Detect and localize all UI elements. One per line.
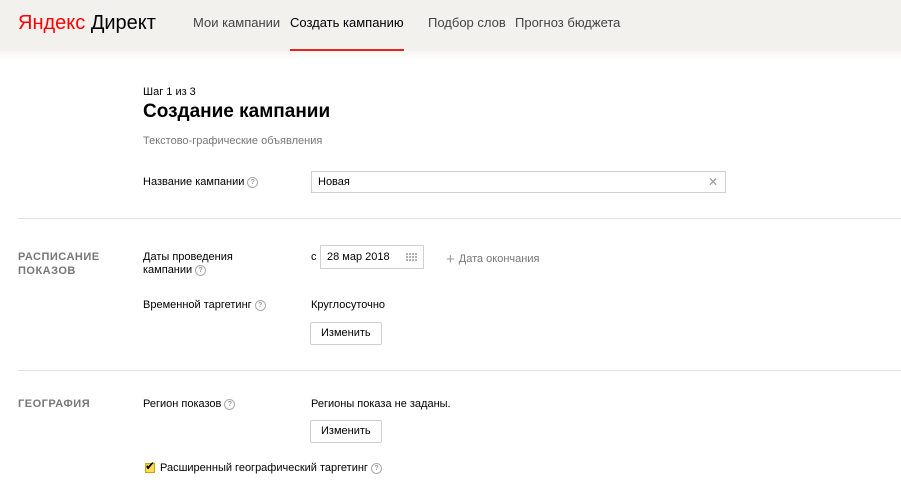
checkmark-icon: ✔ bbox=[145, 459, 156, 473]
date-from-prefix: с bbox=[311, 251, 317, 263]
change-time-targeting-button[interactable]: Изменить bbox=[310, 322, 382, 345]
region-label-text: Регион показов bbox=[143, 398, 222, 410]
campaign-name-value: Новая bbox=[318, 176, 350, 188]
region-value: Регионы показа не заданы. bbox=[311, 398, 451, 410]
nav-create-campaign[interactable]: Создать кампанию bbox=[290, 0, 404, 51]
schedule-section-title: РАСПИСАНИЕ ПОКАЗОВ bbox=[18, 251, 100, 277]
yandex-direct-logo[interactable]: Яндекс Директ bbox=[18, 9, 156, 37]
help-icon[interactable]: ? bbox=[195, 265, 207, 276]
geography-section-title: ГЕОГРАФИЯ bbox=[18, 398, 91, 410]
section-divider bbox=[18, 370, 901, 371]
plus-icon: + bbox=[446, 251, 455, 268]
nav-word-selection[interactable]: Подбор слов bbox=[428, 0, 506, 51]
campaign-dates-label: Даты проведения кампании? bbox=[143, 251, 258, 277]
help-icon[interactable]: ? bbox=[224, 399, 236, 410]
time-targeting-label-text: Временной таргетинг bbox=[143, 299, 252, 311]
campaign-name-input[interactable]: Новая ✕ bbox=[311, 171, 726, 193]
calendar-icon[interactable] bbox=[406, 253, 417, 262]
section-divider bbox=[18, 218, 901, 219]
campaign-type-subtitle: Текстово-графические объявления bbox=[143, 135, 323, 147]
help-icon[interactable]: ? bbox=[254, 300, 266, 311]
time-targeting-value: Круглосуточно bbox=[311, 299, 386, 311]
logo-brand: Яндекс bbox=[18, 12, 86, 34]
help-icon[interactable]: ? bbox=[247, 177, 259, 188]
help-icon[interactable]: ? bbox=[370, 463, 382, 474]
add-end-date-link[interactable]: + Дата окончания bbox=[446, 251, 539, 268]
start-date-input[interactable]: 28 мар 2018 bbox=[320, 245, 424, 269]
header-shadow bbox=[0, 51, 901, 61]
clear-icon[interactable]: ✕ bbox=[708, 175, 718, 189]
campaign-name-label: Название кампании? bbox=[143, 176, 259, 189]
region-label: Регион показов? bbox=[143, 398, 236, 411]
step-indicator: Шаг 1 из 3 bbox=[143, 86, 196, 98]
extended-geo-label[interactable]: Расширенный географический таргетинг? bbox=[160, 462, 382, 474]
campaign-dates-label-text: Даты проведения кампании bbox=[143, 251, 233, 276]
start-date-value: 28 мар 2018 bbox=[327, 251, 390, 263]
top-header: Яндекс Директ Мои кампании Создать кампа… bbox=[0, 0, 901, 51]
extended-geo-checkbox[interactable]: ✔ bbox=[145, 459, 155, 473]
add-end-date-label: Дата окончания bbox=[458, 253, 540, 265]
logo-product: Директ bbox=[90, 12, 156, 34]
time-targeting-label: Временной таргетинг? bbox=[143, 299, 266, 312]
nav-budget-forecast[interactable]: Прогноз бюджета bbox=[515, 0, 620, 51]
nav-my-campaigns[interactable]: Мои кампании bbox=[193, 0, 280, 51]
change-region-button[interactable]: Изменить bbox=[310, 420, 382, 443]
campaign-name-label-text: Название кампании bbox=[143, 176, 245, 188]
page-title: Создание кампании bbox=[143, 101, 331, 122]
extended-geo-label-text: Расширенный географический таргетинг bbox=[160, 462, 368, 474]
